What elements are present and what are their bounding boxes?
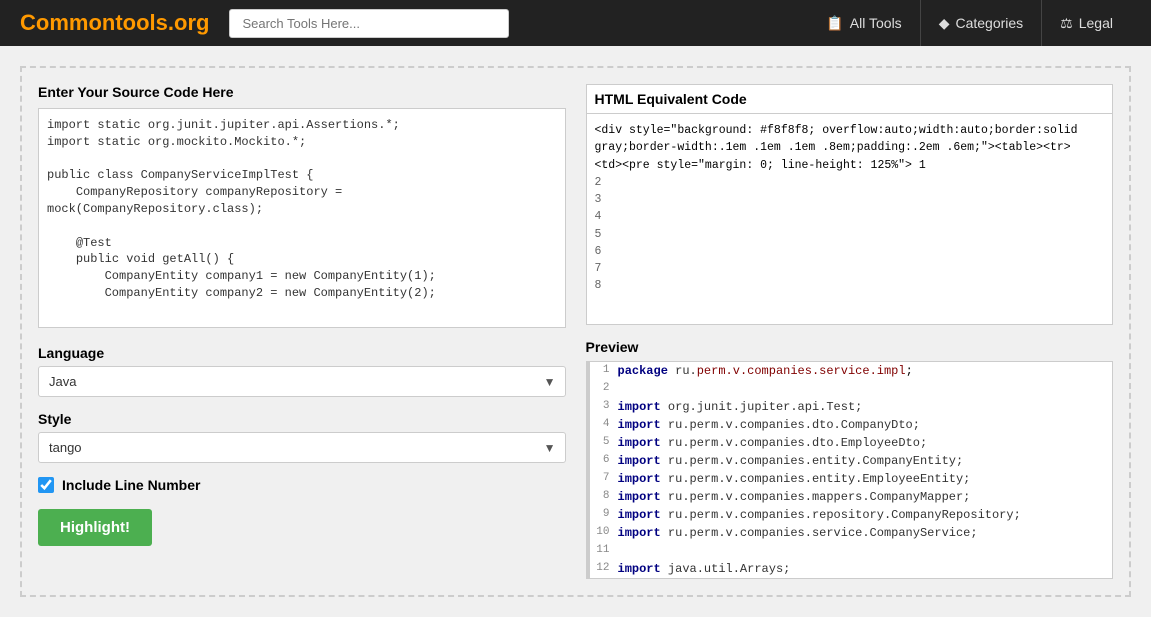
token-plain: ru. xyxy=(668,364,697,378)
line-number: 4 xyxy=(594,416,618,433)
table-row: 4import ru.perm.v.companies.dto.CompanyD… xyxy=(587,416,1113,434)
line-number: 7 xyxy=(594,470,618,487)
preview-box[interactable]: 1package ru.perm.v.companies.service.imp… xyxy=(586,361,1114,579)
token-kw-package: package xyxy=(618,364,668,378)
style-select-wrapper: tango default monokai friendly colorful … xyxy=(38,432,566,463)
code-text: import ru.perm.v.companies.entity.Compan… xyxy=(618,452,1109,470)
code-text: package ru.perm.v.companies.service.impl… xyxy=(618,362,1109,380)
html-equiv-header: HTML Equivalent Code xyxy=(587,85,1113,114)
token-plain: ru.perm.v.companies.service.CompanyServi… xyxy=(661,526,978,540)
table-row: 8import ru.perm.v.companies.mappers.Comp… xyxy=(587,488,1113,506)
table-row: 1package ru.perm.v.companies.service.imp… xyxy=(587,362,1113,380)
table-row: 6import ru.perm.v.companies.entity.Compa… xyxy=(587,452,1113,470)
line-number: 2 xyxy=(594,380,618,397)
line-number: 5 xyxy=(594,434,618,451)
token-semi: ; xyxy=(906,364,913,378)
html-equiv-section: HTML Equivalent Code <div style="backgro… xyxy=(586,84,1114,325)
preview-content: 1package ru.perm.v.companies.service.imp… xyxy=(587,362,1113,578)
token-plain: ru.perm.v.companies.repository.CompanyRe… xyxy=(661,508,1021,522)
logo[interactable]: Commontools.org xyxy=(20,10,209,36)
content-wrapper: Enter Your Source Code Here import stati… xyxy=(20,66,1131,597)
html-equiv-box: HTML Equivalent Code <div style="backgro… xyxy=(586,84,1114,325)
line-number: 1 xyxy=(594,362,618,379)
token-kw-import: import xyxy=(618,454,661,468)
include-line-number-label[interactable]: Include Line Number xyxy=(62,477,200,493)
code-text: import ru.perm.v.companies.service.Compa… xyxy=(618,524,1109,542)
token-plain: ru.perm.v.companies.dto.EmployeeDto; xyxy=(661,436,927,450)
code-text xyxy=(618,542,1109,560)
nav: 📋 All Tools ◆ Categories ⚖ Legal xyxy=(808,0,1131,46)
nav-categories[interactable]: ◆ Categories xyxy=(921,0,1042,46)
table-row: 5import ru.perm.v.companies.dto.Employee… xyxy=(587,434,1113,452)
source-code-textarea[interactable]: import static org.junit.jupiter.api.Asse… xyxy=(38,108,566,328)
token-ns: perm.v.companies.service.impl xyxy=(697,364,906,378)
table-row: 3import org.junit.jupiter.api.Test; xyxy=(587,398,1113,416)
left-panel: Enter Your Source Code Here import stati… xyxy=(38,84,566,579)
token-kw-import: import xyxy=(618,472,661,486)
legal-icon: ⚖ xyxy=(1060,15,1073,32)
nav-all-tools[interactable]: 📋 All Tools xyxy=(808,0,920,46)
highlight-button[interactable]: Highlight! xyxy=(38,509,152,546)
code-text: import java.util.Arrays; xyxy=(618,560,1109,578)
token-plain: ru.perm.v.companies.entity.EmployeeEntit… xyxy=(661,472,971,486)
html-equiv-content[interactable]: <div style="background: #f8f8f8; overflo… xyxy=(587,114,1113,324)
style-label: Style xyxy=(38,411,566,427)
preview-section: Preview 1package ru.perm.v.companies.ser… xyxy=(586,339,1114,579)
token-kw-import: import xyxy=(618,562,661,576)
code-text: import ru.perm.v.companies.dto.EmployeeD… xyxy=(618,434,1109,452)
header: Commontools.org 📋 All Tools ◆ Categories… xyxy=(0,0,1151,46)
code-text: import ru.perm.v.companies.mappers.Compa… xyxy=(618,488,1109,506)
token-plain: ru.perm.v.companies.entity.CompanyEntity… xyxy=(661,454,963,468)
preview-header: Preview xyxy=(586,339,1114,355)
table-row: 11 xyxy=(587,542,1113,560)
style-select[interactable]: tango default monokai friendly colorful … xyxy=(38,432,566,463)
source-code-label: Enter Your Source Code Here xyxy=(38,84,566,100)
language-select[interactable]: Java Python JavaScript C++ C# PHP Ruby xyxy=(38,366,566,397)
include-line-number-checkbox[interactable] xyxy=(38,477,54,493)
token-plain: java.util.Arrays; xyxy=(661,562,791,576)
line-number: 3 xyxy=(594,398,618,415)
nav-all-tools-label: All Tools xyxy=(850,15,902,31)
code-text: import ru.perm.v.companies.repository.Co… xyxy=(618,506,1109,524)
diamond-icon: ◆ xyxy=(939,15,950,32)
table-row: 7import ru.perm.v.companies.entity.Emplo… xyxy=(587,470,1113,488)
line-number: 9 xyxy=(594,506,618,523)
token-kw-import: import xyxy=(618,490,661,504)
token-plain: ru.perm.v.companies.dto.CompanyDto; xyxy=(661,418,920,432)
token-kw-import: import xyxy=(618,508,661,522)
clipboard-icon: 📋 xyxy=(826,15,843,32)
code-text xyxy=(618,380,1109,398)
token-plain: ru.perm.v.companies.mappers.CompanyMappe… xyxy=(661,490,971,504)
token-kw-import: import xyxy=(618,418,661,432)
line-number: 8 xyxy=(594,488,618,505)
token-plain: org.junit.jupiter.api.Test; xyxy=(661,400,863,414)
right-panel: HTML Equivalent Code <div style="backgro… xyxy=(586,84,1114,579)
token-kw-import: import xyxy=(618,400,661,414)
nav-categories-label: Categories xyxy=(955,15,1023,31)
table-row: 9import ru.perm.v.companies.repository.C… xyxy=(587,506,1113,524)
token-kw-import: import xyxy=(618,526,661,540)
table-row: 2 xyxy=(587,380,1113,398)
language-select-wrapper: Java Python JavaScript C++ C# PHP Ruby ▼ xyxy=(38,366,566,397)
line-number: 6 xyxy=(594,452,618,469)
include-line-number-row: Include Line Number xyxy=(38,477,566,493)
table-row: 12import java.util.Arrays; xyxy=(587,560,1113,578)
line-number: 10 xyxy=(594,524,618,541)
code-text: import org.junit.jupiter.api.Test; xyxy=(618,398,1109,416)
logo-text: Commontools.org xyxy=(20,10,209,35)
code-text: import ru.perm.v.companies.dto.CompanyDt… xyxy=(618,416,1109,434)
language-label: Language xyxy=(38,345,566,361)
search-input[interactable] xyxy=(229,9,509,38)
nav-legal[interactable]: ⚖ Legal xyxy=(1042,0,1131,46)
line-number: 11 xyxy=(594,542,618,559)
token-kw-import: import xyxy=(618,436,661,450)
nav-legal-label: Legal xyxy=(1079,15,1113,31)
line-number: 12 xyxy=(594,560,618,577)
table-row: 10import ru.perm.v.companies.service.Com… xyxy=(587,524,1113,542)
code-text: import ru.perm.v.companies.entity.Employ… xyxy=(618,470,1109,488)
main: Enter Your Source Code Here import stati… xyxy=(0,46,1151,617)
